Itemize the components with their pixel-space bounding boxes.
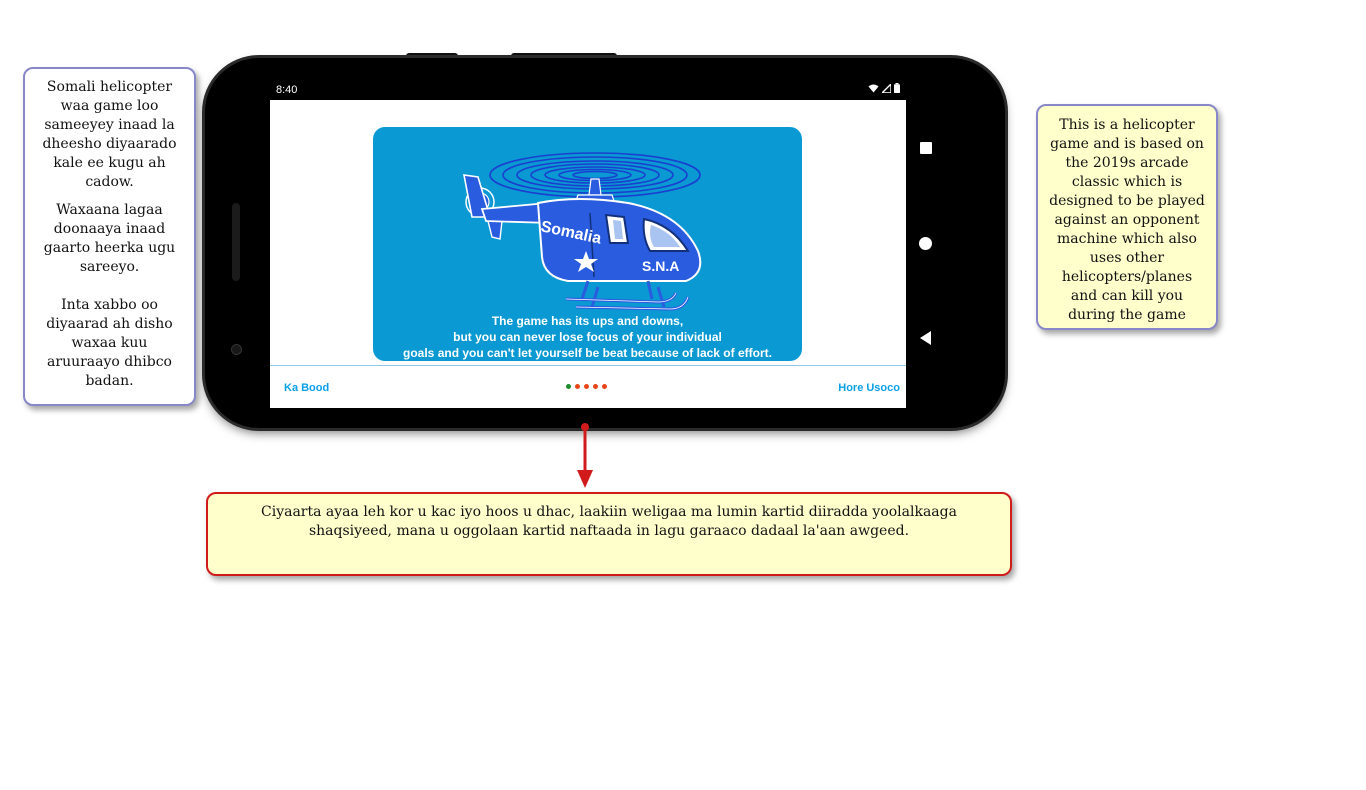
page-dot	[593, 384, 598, 389]
page-dot	[575, 384, 580, 389]
status-time: 8:40	[276, 84, 298, 96]
home-icon[interactable]	[919, 237, 932, 250]
annotation-note-bottom: Ciyaarta ayaa leh kor u kac iyo hoos u d…	[206, 492, 1012, 576]
battery-icon	[894, 83, 900, 93]
helicopter-label-sna: S.N.A	[642, 258, 679, 274]
note-left-paragraph-1: Somali helicopter waa game loo sameeyey …	[42, 79, 177, 190]
note-right-text: This is a helicopter game and is based o…	[1049, 117, 1205, 323]
annotation-note-left: Somali helicopter waa game loo sameeyey …	[23, 67, 196, 406]
back-icon[interactable]	[920, 331, 931, 345]
callout-arrow	[577, 423, 593, 488]
page-dot	[566, 384, 571, 389]
slide-caption: The game has its ups and downs, but you …	[403, 314, 772, 360]
signal-icon	[882, 83, 891, 93]
skip-button[interactable]: Ka Bood	[284, 382, 329, 394]
page-indicator	[566, 384, 607, 389]
footer-divider	[270, 365, 906, 366]
onboarding-slide[interactable]: Somalia S.N.A The game has its ups and d…	[373, 127, 802, 361]
note-bottom-text: Ciyaarta ayaa leh kor u kac iyo hoos u d…	[261, 504, 957, 539]
wifi-icon	[868, 84, 879, 92]
status-bar: 8:40	[270, 80, 906, 100]
helicopter-illustration: Somalia S.N.A	[463, 152, 702, 311]
annotation-note-right: This is a helicopter game and is based o…	[1036, 104, 1218, 330]
status-icons	[868, 83, 900, 93]
android-nav-bar	[912, 130, 940, 350]
app-screen: Somalia S.N.A The game has its ups and d…	[270, 100, 906, 408]
front-camera	[231, 344, 242, 355]
recent-apps-icon[interactable]	[920, 142, 932, 154]
page-dot	[602, 384, 607, 389]
phone-speaker	[232, 203, 240, 281]
note-left-paragraph-2: Waxaana lagaa doonaaya inaad gaarto heer…	[43, 202, 176, 389]
page-dot	[584, 384, 589, 389]
next-button[interactable]: Hore Usoco	[838, 382, 900, 394]
